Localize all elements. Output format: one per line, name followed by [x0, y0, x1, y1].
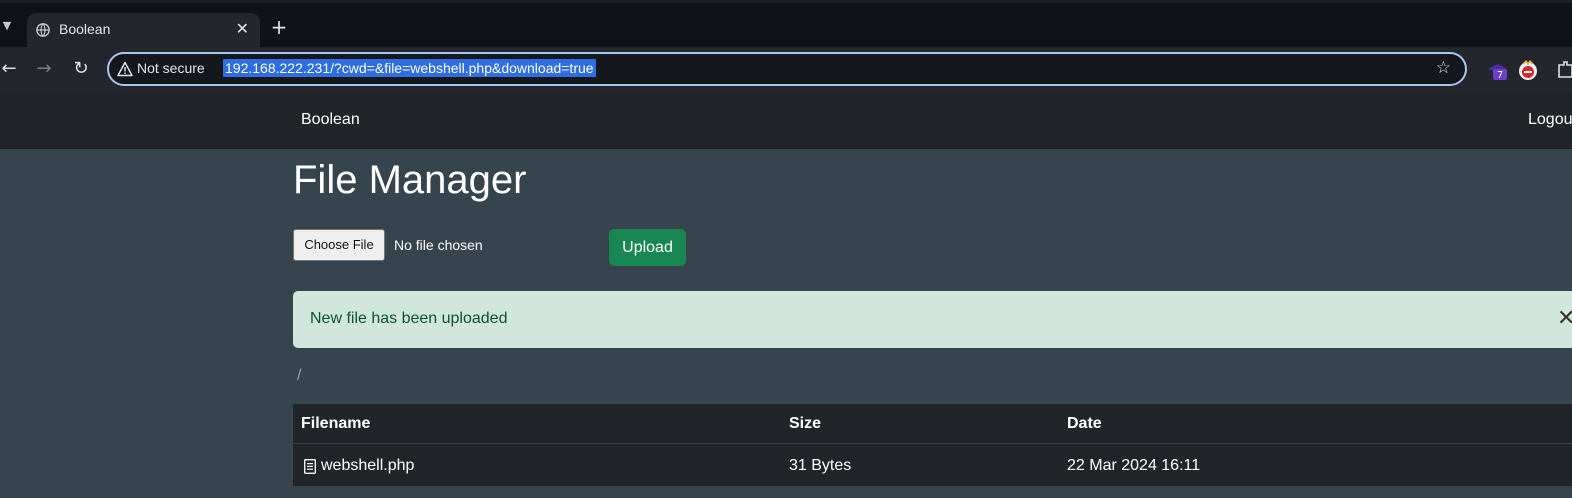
file-status-text: No file chosen: [394, 237, 483, 253]
close-icon[interactable]: ✕: [1557, 308, 1572, 330]
extensions-puzzle-icon[interactable]: [1555, 59, 1572, 81]
upload-button[interactable]: Upload: [609, 229, 686, 266]
column-header-filename[interactable]: Filename: [301, 415, 370, 433]
table-header: Filename Size Date: [293, 404, 1572, 444]
breadcrumb[interactable]: /: [297, 367, 301, 385]
reload-icon[interactable]: ↻: [70, 58, 92, 80]
logout-link[interactable]: Logout: [1528, 111, 1572, 129]
app-navbar: Boolean Logout: [0, 92, 1572, 149]
extension-blocker-icon[interactable]: [1517, 59, 1539, 81]
bookmark-star-icon[interactable]: ☆: [1436, 58, 1451, 78]
browser-tab[interactable]: Boolean ✕: [27, 13, 260, 50]
choose-file-button[interactable]: Choose File: [293, 229, 385, 261]
table-row[interactable]: webshell.php 31 Bytes 22 Mar 2024 16:11: [293, 445, 1572, 486]
success-alert: New file has been uploaded ✕: [293, 291, 1572, 348]
page-title: File Manager: [293, 158, 527, 202]
back-arrow-icon[interactable]: ←: [0, 58, 20, 80]
extension-badge: 7: [1497, 70, 1503, 81]
tab-search-chevron-icon[interactable]: ▼: [0, 15, 14, 37]
security-indicator[interactable]: Not secure: [137, 60, 205, 76]
navbar-brand[interactable]: Boolean: [301, 111, 360, 129]
browser-tab-strip: ▼ Boolean ✕ +: [0, 0, 1572, 50]
address-bar[interactable]: Not secure 192.168.222.231/?cwd=&file=we…: [107, 52, 1467, 86]
file-size: 31 Bytes: [789, 457, 852, 474]
url-text[interactable]: 192.168.222.231/?cwd=&file=webshell.php&…: [223, 59, 596, 77]
forward-arrow-icon[interactable]: →: [33, 58, 55, 80]
tab-title: Boolean: [59, 21, 111, 37]
file-icon: [304, 459, 316, 474]
column-header-date[interactable]: Date: [1067, 415, 1102, 433]
new-tab-button[interactable]: +: [268, 15, 290, 39]
globe-icon: [36, 23, 50, 37]
alert-message: New file has been uploaded: [310, 310, 508, 327]
warning-icon: [117, 61, 133, 77]
column-header-size[interactable]: Size: [789, 415, 821, 433]
file-name-link[interactable]: webshell.php: [321, 457, 414, 475]
extension-hat-icon[interactable]: 7: [1486, 59, 1508, 81]
close-tab-icon[interactable]: ✕: [236, 19, 249, 38]
files-table: Filename Size Date webshell.php 31 Bytes…: [293, 404, 1572, 486]
file-date: 22 Mar 2024 16:11: [1067, 457, 1201, 474]
browser-toolbar: ← → ↻ Not secure 192.168.222.231/?cwd=&f…: [0, 47, 1572, 92]
